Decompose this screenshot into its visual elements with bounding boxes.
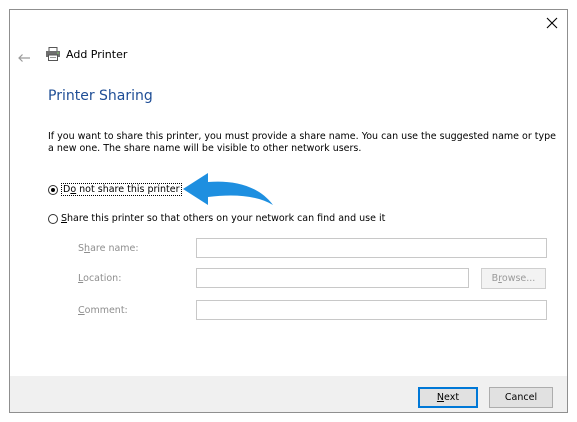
no-share-label[interactable]: Do not share this printer	[61, 183, 182, 196]
window-title-row: Add Printer	[45, 45, 127, 63]
location-input[interactable]	[196, 268, 469, 288]
page-heading: Printer Sharing	[48, 88, 153, 104]
browse-button[interactable]: Browse...	[481, 268, 546, 289]
no-share-option[interactable]: Do not share this printer	[48, 183, 182, 196]
share-name-label: Share name:	[78, 243, 139, 254]
back-arrow-icon	[18, 54, 30, 62]
dialog-footer: Next Cancel	[10, 376, 567, 412]
share-label[interactable]: Share this printer so that others on you…	[61, 213, 385, 224]
share-radio[interactable]	[48, 213, 58, 224]
annotation-arrow	[183, 173, 273, 205]
share-option[interactable]: Share this printer so that others on you…	[48, 213, 385, 224]
close-icon	[546, 17, 558, 29]
back-button[interactable]	[17, 48, 33, 62]
comment-label: Comment:	[78, 305, 128, 316]
add-printer-dialog: Add Printer Printer Sharing If you want …	[9, 9, 568, 413]
page-description: If you want to share this printer, you m…	[48, 131, 556, 154]
location-label: Location:	[78, 273, 122, 284]
no-share-radio[interactable]	[48, 184, 58, 195]
comment-input[interactable]	[196, 300, 547, 320]
share-name-input[interactable]	[196, 238, 547, 258]
cancel-button[interactable]: Cancel	[489, 387, 553, 408]
printer-icon	[46, 47, 60, 61]
next-button[interactable]: Next	[418, 387, 478, 408]
close-button[interactable]	[542, 14, 562, 32]
window-title: Add Printer	[66, 47, 128, 61]
